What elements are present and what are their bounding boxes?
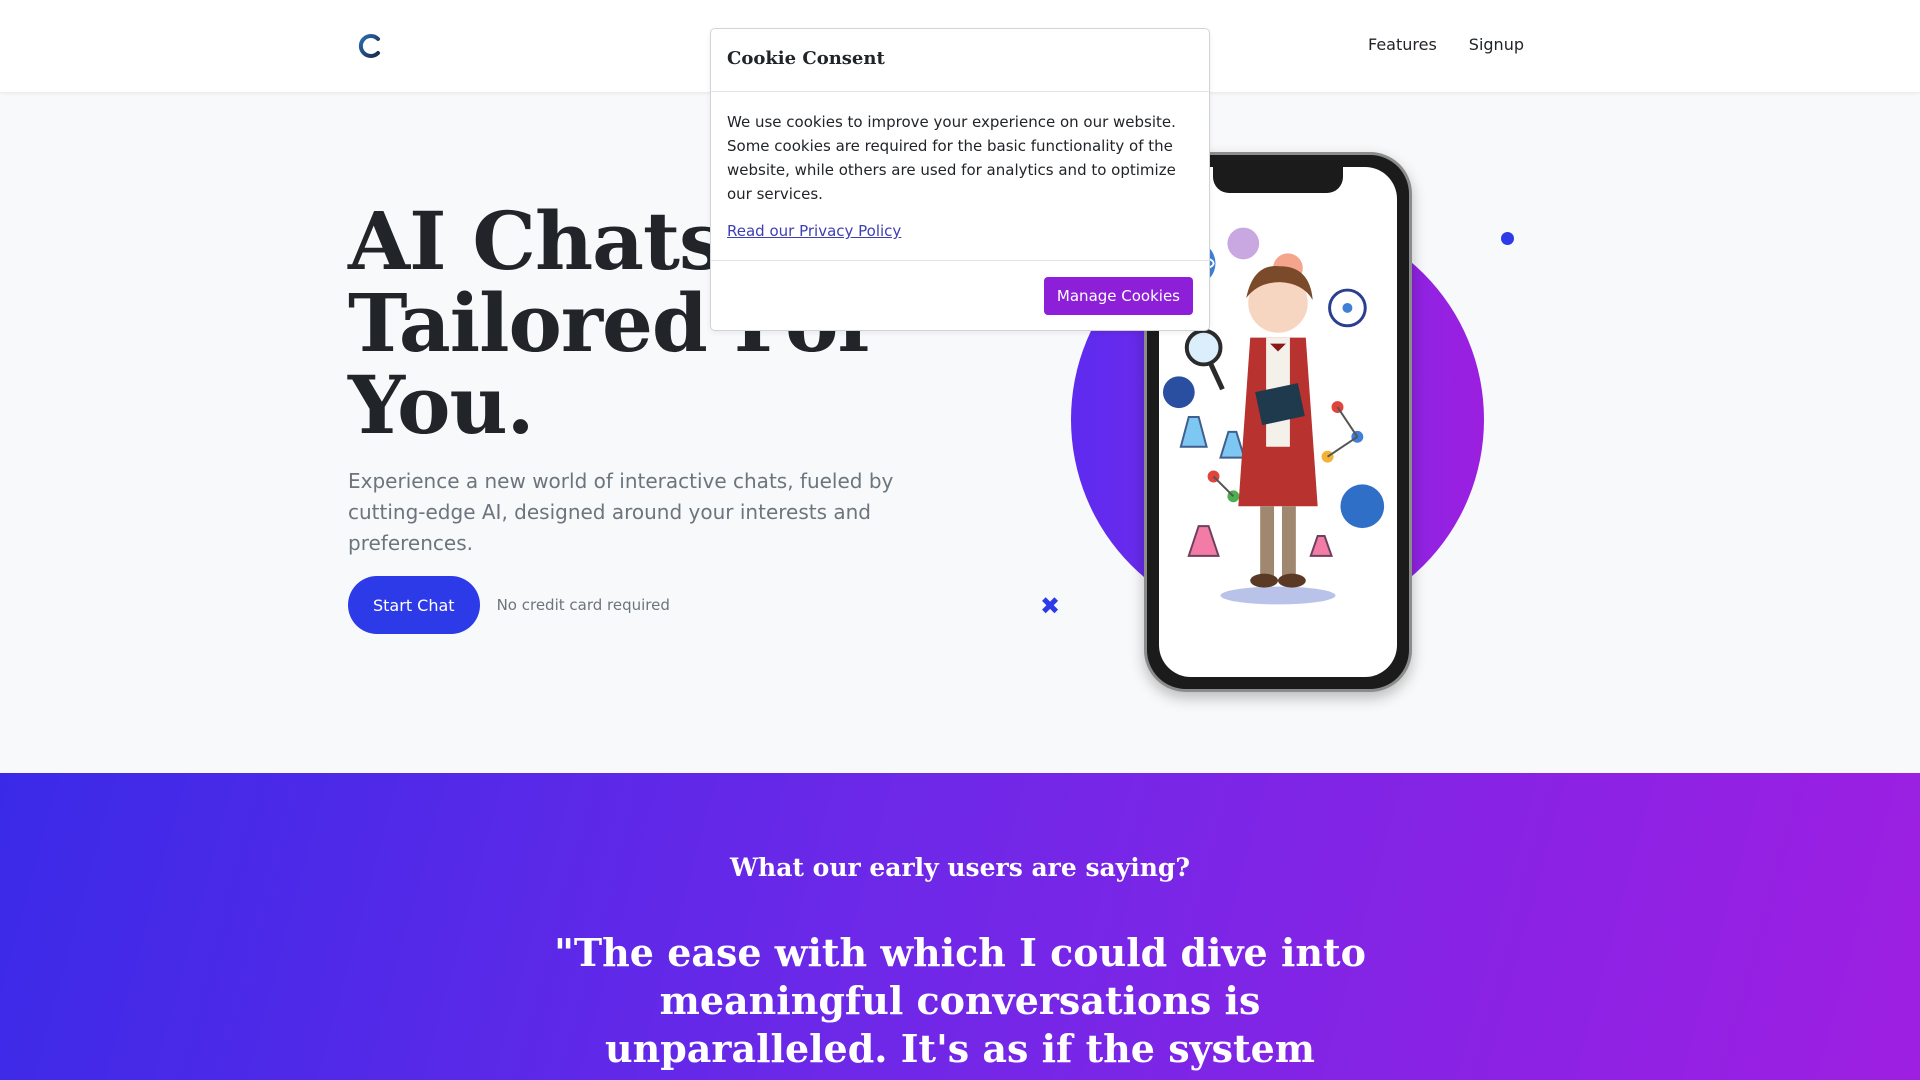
cookie-consent-dialog: Cookie Consent We use cookies to improve…: [710, 28, 1210, 331]
cta-row: Start Chat No credit card required: [348, 576, 670, 634]
main-nav: Features Signup: [1368, 35, 1524, 54]
cookie-dialog-title: Cookie Consent: [711, 29, 1209, 92]
testimonial-quote: "The ease with which I could dive into m…: [554, 930, 1366, 1080]
testimonials-heading: What our early users are saying?: [729, 853, 1191, 882]
cookie-dialog-body: We use cookies to improve your experienc…: [711, 92, 1209, 261]
nav-features-link[interactable]: Features: [1368, 35, 1437, 54]
nav-signup-link[interactable]: Signup: [1469, 35, 1524, 54]
x-mark-icon: ✖: [1040, 592, 1061, 620]
no-credit-card-note: No credit card required: [496, 596, 670, 614]
hero-subtitle: Experience a new world of interactive ch…: [348, 469, 894, 555]
cookie-dialog-footer: Manage Cookies: [711, 261, 1209, 331]
start-chat-button[interactable]: Start Chat: [348, 576, 480, 634]
testimonials-section: What our early users are saying? "The ea…: [0, 773, 1920, 1080]
c-logo-icon[interactable]: [356, 31, 386, 61]
phone-notch: [1213, 167, 1343, 193]
privacy-policy-link[interactable]: Read our Privacy Policy: [727, 222, 901, 240]
manage-cookies-button[interactable]: Manage Cookies: [1043, 277, 1193, 315]
blue-dot-decoration: [1501, 232, 1514, 245]
cookie-dialog-text: We use cookies to improve your experienc…: [727, 113, 1176, 203]
